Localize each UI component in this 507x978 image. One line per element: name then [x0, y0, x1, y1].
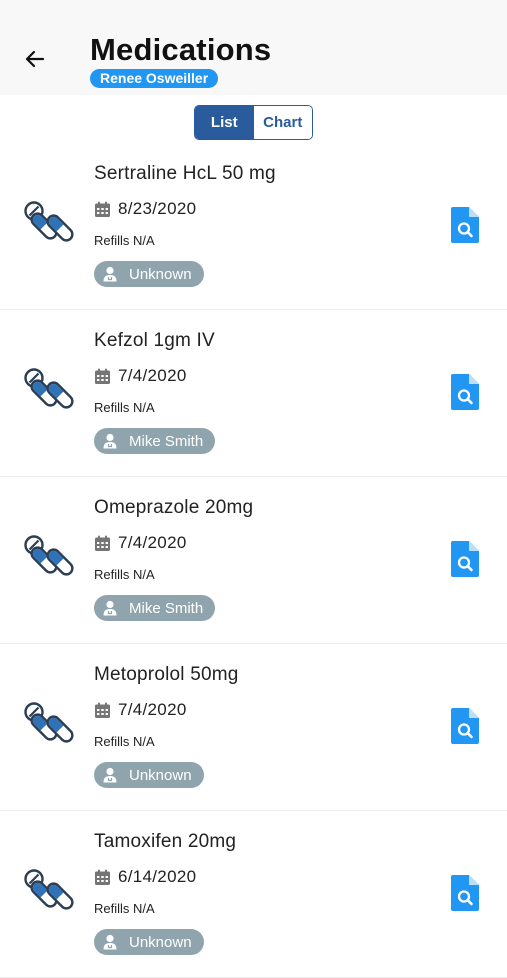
calendar-icon — [95, 869, 110, 885]
prescriber-name: Unknown — [129, 766, 192, 784]
medication-date: 7/4/2020 — [94, 366, 187, 386]
medication-row[interactable]: Tamoxifen 20mg 6/14/2020 Refills N/A Unk… — [0, 811, 507, 978]
refills-text: Refills N/A — [94, 400, 155, 415]
pills-icon — [24, 702, 74, 743]
doctor-icon — [103, 433, 117, 449]
refills-text: Refills N/A — [94, 734, 155, 749]
prescriber-badge: Mike Smith — [94, 595, 216, 621]
prescriber-name: Unknown — [129, 265, 192, 283]
medication-name: Tamoxifen 20mg — [94, 831, 237, 852]
date-text: 7/4/2020 — [118, 700, 187, 719]
medication-name: Metoprolol 50mg — [94, 664, 239, 685]
back-button[interactable] — [22, 46, 48, 72]
date-text: 7/4/2020 — [118, 533, 187, 552]
medication-list: Sertraline HcL 50 mg 8/23/2020 Refills N… — [0, 143, 507, 978]
medication-row[interactable]: Kefzol 1gm IV 7/4/2020 Refills N/A Mike … — [0, 310, 507, 477]
page-title: Medications — [90, 32, 272, 67]
calendar-icon — [95, 702, 110, 718]
medication-date: 7/4/2020 — [94, 700, 187, 720]
medication-row[interactable]: Omeprazole 20mg 7/4/2020 Refills N/A Mik… — [0, 477, 507, 644]
doctor-icon — [103, 934, 117, 950]
date-text: 6/14/2020 — [118, 867, 197, 886]
medication-name: Sertraline HcL 50 mg — [94, 163, 276, 184]
medication-date: 8/23/2020 — [94, 199, 196, 219]
pills-icon — [24, 368, 74, 409]
pills-icon — [24, 535, 74, 576]
document-search-icon[interactable] — [451, 207, 479, 243]
medication-date: 6/14/2020 — [94, 867, 196, 887]
date-text: 8/23/2020 — [118, 199, 197, 218]
document-search-icon[interactable] — [451, 541, 479, 577]
refills-text: Refills N/A — [94, 567, 155, 582]
doctor-icon — [103, 767, 117, 783]
refills-text: Refills N/A — [94, 901, 155, 916]
patient-name-badge: Renee Osweiller — [90, 69, 219, 88]
doctor-icon — [103, 600, 117, 616]
pills-icon — [24, 869, 74, 910]
prescriber-badge: Mike Smith — [94, 428, 216, 454]
pills-icon — [24, 201, 74, 242]
calendar-icon — [95, 368, 110, 384]
document-search-icon[interactable] — [451, 374, 479, 410]
tab-list[interactable]: List — [195, 106, 254, 139]
prescriber-name: Unknown — [129, 933, 192, 951]
calendar-icon — [95, 535, 110, 551]
document-search-icon[interactable] — [451, 708, 479, 744]
app-header: Medications Renee Osweiller — [0, 0, 507, 95]
prescriber-badge: Unknown — [94, 929, 204, 955]
prescriber-name: Mike Smith — [129, 432, 204, 450]
medication-name: Omeprazole 20mg — [94, 497, 254, 518]
document-search-icon[interactable] — [451, 875, 479, 911]
view-toggle: List Chart — [194, 105, 313, 140]
medication-row[interactable]: Metoprolol 50mg 7/4/2020 Refills N/A Unk… — [0, 644, 507, 811]
date-text: 7/4/2020 — [118, 366, 187, 385]
medication-date: 7/4/2020 — [94, 533, 187, 553]
prescriber-name: Mike Smith — [129, 599, 204, 617]
calendar-icon — [95, 201, 110, 217]
medication-row[interactable]: Sertraline HcL 50 mg 8/23/2020 Refills N… — [0, 143, 507, 310]
prescriber-badge: Unknown — [94, 261, 204, 287]
arrow-left-icon — [25, 50, 45, 68]
prescriber-badge: Unknown — [94, 762, 204, 788]
doctor-icon — [103, 266, 117, 282]
medication-name: Kefzol 1gm IV — [94, 330, 215, 351]
refills-text: Refills N/A — [94, 233, 155, 248]
tab-chart[interactable]: Chart — [253, 106, 312, 139]
